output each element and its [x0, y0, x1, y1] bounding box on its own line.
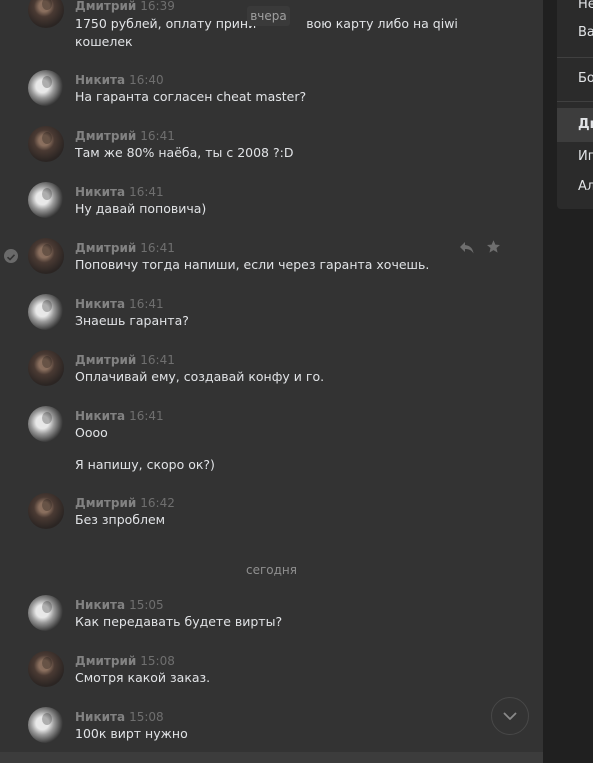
author-name[interactable]: Никита 16:41: [75, 297, 164, 311]
message-time[interactable]: 16:39: [140, 0, 175, 13]
message-text: Как передавать будете вирты?: [75, 614, 283, 629]
menu-divider: [557, 101, 593, 102]
message-text: Поповичу тогда напиши, если через гарант…: [75, 257, 430, 272]
message-time[interactable]: 16:42: [140, 496, 175, 510]
avatar[interactable]: [28, 595, 64, 631]
message-text: Оплачивай ему, создавай конфу и го.: [75, 369, 325, 384]
message-text-part: вою карту либо на qiwi: [306, 16, 458, 31]
avatar[interactable]: [28, 126, 64, 162]
message-text: Я напишу, скоро ок?): [75, 457, 215, 472]
menu-item-games[interactable]: Игр: [557, 140, 593, 174]
message-time[interactable]: 16:41: [140, 241, 175, 255]
avatar[interactable]: [28, 182, 64, 218]
message-text: Знаешь гаранта?: [75, 313, 189, 328]
message-time[interactable]: 16:41: [140, 129, 175, 143]
menu-item-al[interactable]: Ал: [557, 170, 593, 204]
author-name[interactable]: Дмитрий 16:41: [75, 129, 175, 143]
date-badge-yesterday: вчера: [247, 6, 290, 26]
message-text: 100к вирт нужно: [75, 726, 188, 741]
message-text: Оооо: [75, 425, 108, 440]
author-name[interactable]: Никита 15:08: [75, 710, 164, 724]
message-text-line: кошелек: [75, 34, 133, 49]
menu-divider: [557, 57, 593, 58]
menu-item-bots[interactable]: Бот: [557, 62, 593, 96]
panel-gap: [543, 0, 557, 763]
chat-history: Дмитрий 16:39 1750 рублей, оплату прини во…: [0, 0, 543, 763]
author-name[interactable]: Никита 16:41: [75, 409, 164, 423]
avatar[interactable]: [28, 350, 64, 386]
message-text: Ну давай поповича): [75, 201, 207, 216]
avatar[interactable]: [28, 406, 64, 442]
message-time[interactable]: 16:41: [140, 353, 175, 367]
author-name[interactable]: Дмитрий 15:08: [75, 654, 175, 668]
message-text: Там же 80% наёба, ты с 2008 ?:D: [75, 145, 294, 160]
message-text: Без зпроблем: [75, 512, 166, 527]
select-check-icon[interactable]: [4, 249, 18, 263]
conversation-filter-menu: Неп Важ Бот Дми Игр Ал: [557, 0, 593, 209]
message-time[interactable]: 15:08: [140, 654, 175, 668]
message-text: На гаранта согласен cheat master?: [75, 89, 307, 104]
message-text-part: 1750 рублей, оплату прини: [75, 16, 257, 31]
composer-edge: [0, 752, 543, 763]
message-time[interactable]: 15:08: [129, 710, 164, 724]
avatar[interactable]: [28, 0, 64, 28]
scroll-down-button[interactable]: [491, 697, 529, 735]
author-name[interactable]: Дмитрий 16:41: [75, 353, 175, 367]
author-name[interactable]: Никита 15:05: [75, 598, 164, 612]
avatar[interactable]: [28, 238, 64, 274]
message-time[interactable]: 16:41: [129, 409, 164, 423]
date-separator-today: сегодня: [246, 563, 297, 577]
author-name[interactable]: Дмитрий 16:42: [75, 496, 175, 510]
avatar[interactable]: [28, 493, 64, 529]
author-name[interactable]: Никита 16:41: [75, 185, 164, 199]
avatar[interactable]: [28, 70, 64, 106]
author-name[interactable]: Никита 16:40: [75, 73, 164, 87]
author-name[interactable]: Дмитрий 16:41: [75, 241, 175, 255]
message-time[interactable]: 16:40: [129, 73, 164, 87]
author-name[interactable]: Дмитрий 16:39: [75, 0, 175, 13]
message-time[interactable]: 16:41: [129, 297, 164, 311]
avatar[interactable]: [28, 707, 64, 743]
message-time[interactable]: 15:05: [129, 598, 164, 612]
avatar[interactable]: [28, 294, 64, 330]
menu-item-dmitry[interactable]: Дми: [557, 108, 593, 142]
chevron-down-icon: [503, 712, 517, 720]
star-icon[interactable]: [486, 239, 501, 254]
message-text: Смотря какой заказ.: [75, 670, 211, 685]
reply-icon[interactable]: [459, 240, 475, 254]
avatar[interactable]: [28, 651, 64, 687]
message-time[interactable]: 16:41: [129, 185, 164, 199]
menu-item-important[interactable]: Важ: [557, 16, 593, 50]
